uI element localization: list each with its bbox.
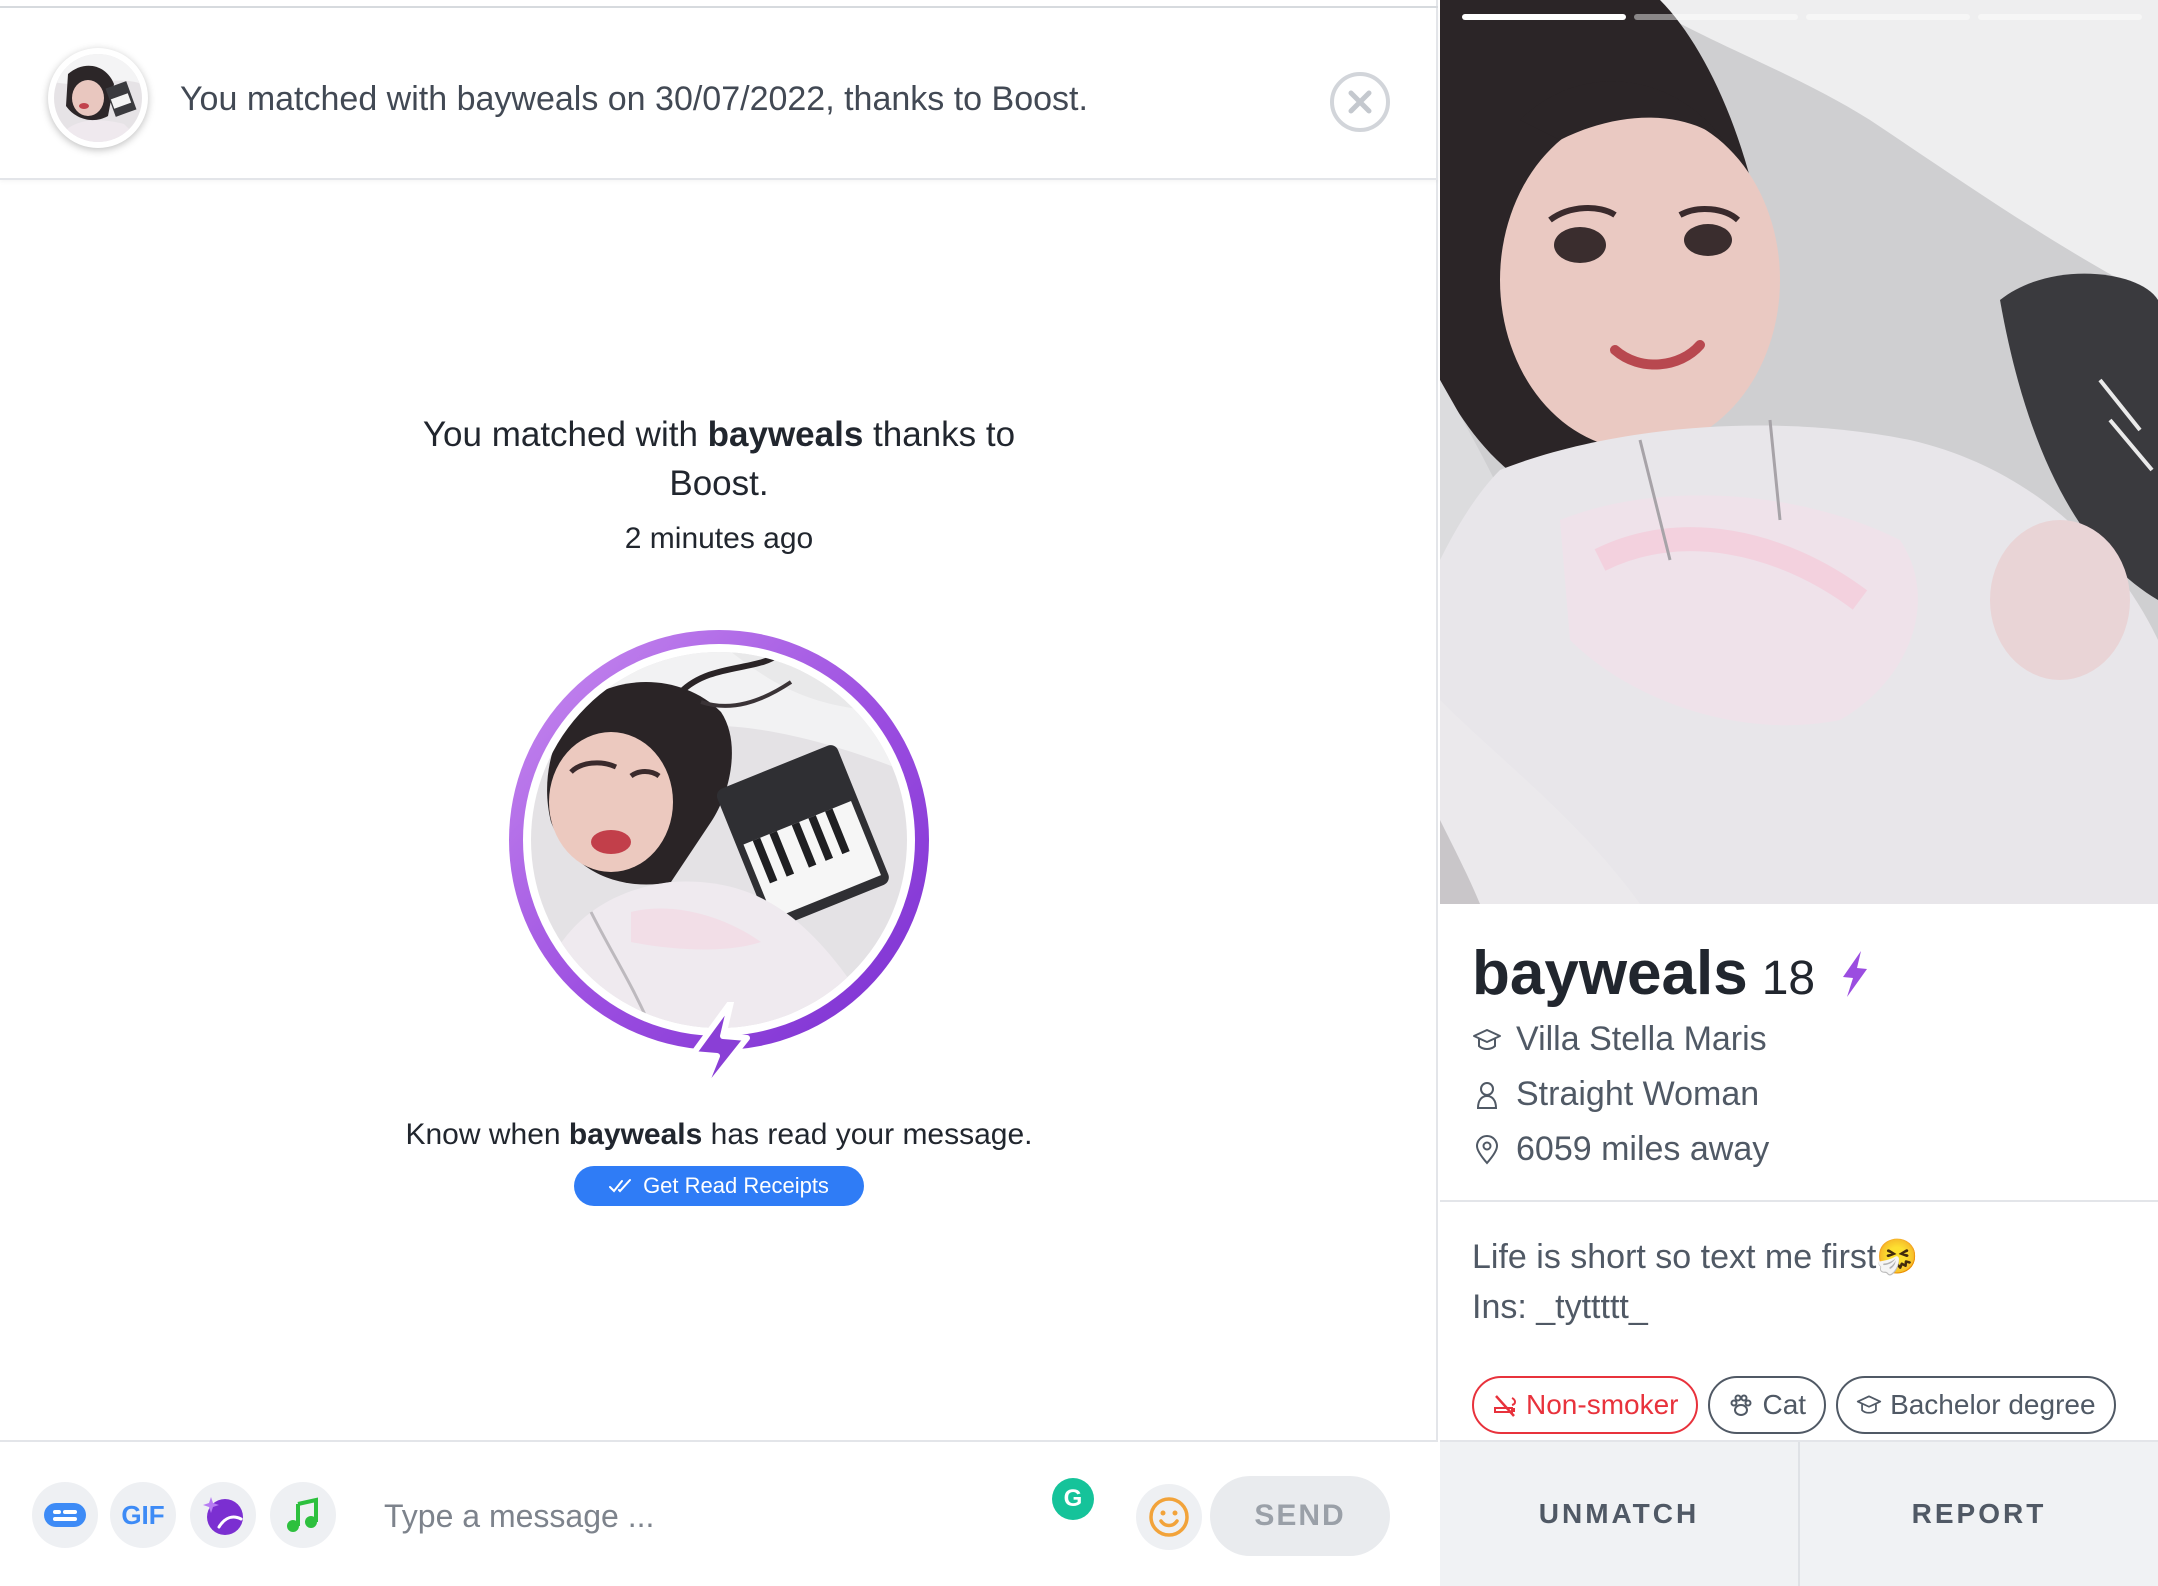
avatar-photo: [531, 652, 907, 1028]
close-icon: [1348, 90, 1372, 114]
get-read-receipts-label: Get Read Receipts: [643, 1173, 829, 1198]
double-check-icon: [609, 1179, 632, 1193]
profile-tags: Non-smoker Cat Bachelor degree: [1472, 1376, 2116, 1434]
match-text-prefix: You matched with: [422, 415, 708, 454]
unmatch-button[interactable]: UNMATCH: [1440, 1442, 1798, 1586]
match-avatar-large[interactable]: [509, 630, 929, 1096]
receipt-suffix: has read your message.: [702, 1118, 1033, 1151]
bio-line: Ins: _tyttttt_: [1472, 1288, 1648, 1326]
emoji-button[interactable]: [1136, 1484, 1202, 1550]
photo-indicator[interactable]: [1978, 14, 2142, 20]
gif-label: GIF: [121, 1499, 165, 1530]
profile-name: bayweals: [1472, 939, 1748, 1008]
boost-bolt-icon: [1843, 950, 1868, 997]
grammarly-icon: G: [1063, 1485, 1083, 1512]
match-header: You matched with bayweals on 30/07/2022,…: [0, 8, 1438, 180]
match-banner-text: You matched with bayweals on 30/07/2022,…: [180, 80, 1088, 118]
receipt-prefix: Know when: [405, 1118, 569, 1151]
boost-bolt-icon: [690, 1002, 750, 1096]
photo-indicator[interactable]: [1806, 14, 1970, 20]
report-button[interactable]: REPORT: [1798, 1442, 2158, 1586]
photo-indicator[interactable]: [1634, 14, 1798, 20]
get-read-receipts-button[interactable]: Get Read Receipts: [574, 1166, 864, 1206]
profile-photo[interactable]: [1440, 0, 2158, 904]
avatar-photo: [54, 54, 142, 142]
profile-school: Villa Stella Maris: [1472, 1020, 1767, 1059]
bio-line: Life is short so text me first🤧: [1472, 1238, 1919, 1276]
sticker-button[interactable]: [32, 1482, 98, 1548]
sparkle-sticker-icon: [203, 1497, 243, 1535]
profile-name-row: bayweals 18: [1472, 938, 1869, 1009]
tag-label: Cat: [1762, 1389, 1807, 1420]
message-composer: GIF G: [0, 1440, 1438, 1586]
match-description: You matched with bayweals thanks to Boos…: [369, 410, 1069, 508]
tag-label: Bachelor degree: [1890, 1389, 2096, 1420]
profile-bio: Life is short so text me first🤧 Ins: _ty…: [1472, 1232, 1919, 1332]
tag-bachelor-degree: Bachelor degree: [1836, 1376, 2116, 1434]
graduation-cap-icon: [1473, 1028, 1501, 1050]
grammarly-button[interactable]: G: [1052, 1478, 1094, 1520]
close-button[interactable]: [1330, 72, 1390, 132]
no-smoking-icon: [1494, 1395, 1516, 1417]
music-button[interactable]: [270, 1482, 336, 1548]
distance-text: 6059 miles away: [1516, 1130, 1770, 1168]
profile-actions: UNMATCH REPORT: [1440, 1440, 2158, 1586]
profile-panel: bayweals 18 Villa Stella Maris Straight …: [1440, 0, 2158, 1586]
chat-panel: You matched with bayweals on 30/07/2022,…: [0, 0, 1438, 1586]
send-button[interactable]: SEND: [1210, 1476, 1390, 1556]
match-name: bayweals: [707, 415, 864, 454]
match-avatar-small[interactable]: [48, 48, 148, 148]
message-input[interactable]: [384, 1494, 1024, 1538]
match-info: You matched with bayweals thanks to Boos…: [0, 410, 1438, 556]
match-timestamp: 2 minutes ago: [624, 522, 814, 555]
person-icon: [1476, 1081, 1498, 1109]
divider: [1440, 1200, 2158, 1202]
photo-indicator[interactable]: [1462, 14, 1626, 20]
photo-progress-bars: [1462, 14, 2142, 22]
profile-age: 18: [1761, 952, 1816, 1005]
tag-non-smoker: Non-smoker: [1472, 1376, 1699, 1434]
school-text: Villa Stella Maris: [1516, 1020, 1767, 1058]
swipe-night-button[interactable]: [190, 1482, 256, 1548]
graduation-cap-icon: [1856, 1395, 1882, 1414]
gif-button[interactable]: GIF: [110, 1482, 176, 1548]
read-receipts-prompt: Know when bayweals has read your message…: [0, 1118, 1438, 1152]
profile-distance: 6059 miles away: [1472, 1130, 1769, 1169]
tag-cat: Cat: [1708, 1376, 1827, 1434]
orientation-text: Straight Woman: [1516, 1075, 1760, 1113]
sticker-card-icon: [44, 1503, 86, 1527]
paw-icon: [1730, 1394, 1752, 1416]
location-pin-icon: [1475, 1134, 1499, 1165]
smiley-face-icon: [1149, 1497, 1189, 1537]
music-note-icon: [287, 1497, 318, 1532]
tag-label: Non-smoker: [1526, 1389, 1679, 1420]
profile-orientation: Straight Woman: [1472, 1075, 1759, 1114]
receipt-name: bayweals: [568, 1118, 703, 1151]
